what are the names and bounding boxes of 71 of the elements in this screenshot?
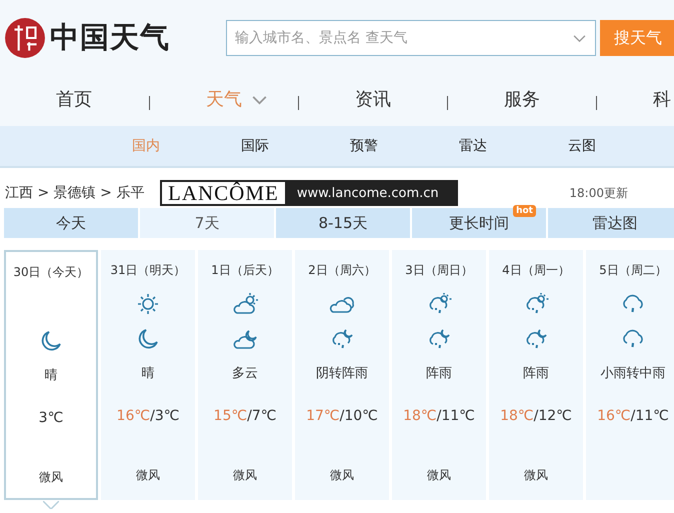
temperature-separator: / — [150, 408, 155, 424]
chevron-down-icon[interactable] — [573, 34, 586, 43]
weather-text: 小雨转中雨 — [600, 365, 666, 382]
weather-text: 晴 — [142, 365, 154, 382]
weather-text: 晴 — [44, 367, 58, 384]
pointer-arrow-icon — [43, 501, 59, 509]
wind-text: 微风 — [524, 468, 548, 482]
breadcrumb: 江西 > 景德镇 > 乐平 — [5, 184, 146, 202]
high-temperature: 15℃ — [214, 408, 248, 424]
day-date: 2日（周六） — [308, 262, 376, 279]
nav-link[interactable]: 服务 — [504, 87, 540, 111]
sub-nav-link[interactable]: 国际 — [241, 137, 269, 155]
low-temperature: 10℃ — [344, 408, 378, 424]
seal-logo-icon — [4, 17, 46, 59]
forecast-tab[interactable]: 更长时间 hot — [412, 208, 546, 238]
sub-nav-link[interactable]: 雷达 — [459, 137, 487, 155]
day-date: 30日（今天） — [13, 264, 89, 281]
temperature-separator: / — [630, 408, 636, 424]
hot-badge: hot — [513, 205, 536, 217]
weather-text: 阴转阵雨 — [316, 365, 368, 382]
nav-link[interactable]: 科 — [653, 87, 671, 111]
high-temperature: 17℃ — [306, 408, 340, 424]
day-card[interactable]: 31日（明天） 晴 16℃/3℃ 微风 — [101, 250, 195, 500]
forecast-tab[interactable]: 雷达图 — [548, 208, 674, 238]
weather-text: 阵雨 — [523, 365, 549, 382]
wind-text: 微风 — [136, 468, 160, 482]
wind-text: 微风 — [233, 468, 257, 482]
high-temperature: 16℃ — [597, 408, 631, 424]
ad-banner[interactable]: LANCÔME www.lancome.com.cn — [160, 180, 458, 206]
forecast-tab[interactable]: 今天 — [4, 208, 138, 238]
low-temperature: 7℃ — [252, 408, 276, 424]
weather-text: 多云 — [232, 365, 258, 382]
day-date: 3日（周日） — [405, 262, 473, 279]
day-date: 5日（周二） — [599, 262, 667, 279]
site-title: 中国天气 — [50, 19, 170, 56]
low-temperature: 3℃ — [38, 410, 64, 426]
ad-url: www.lancome.com.cn — [296, 186, 439, 200]
sub-nav-link[interactable]: 预警 — [350, 137, 378, 155]
ad-brand: LANCÔME — [162, 182, 285, 204]
low-temperature: 12℃ — [538, 408, 572, 424]
wind-text: 微风 — [39, 470, 63, 484]
temperature-separator: / — [247, 408, 252, 424]
search-field[interactable]: 输入城市名、景点名 查天气 — [226, 20, 596, 56]
low-temperature: 11℃ — [441, 408, 475, 424]
day-date: 1日（后天） — [211, 262, 279, 279]
high-temperature: 18℃ — [500, 408, 534, 424]
temperature-separator: / — [340, 408, 344, 424]
chevron-down-icon[interactable] — [252, 96, 267, 104]
sub-nav-link[interactable]: 云图 — [568, 137, 596, 155]
day-card[interactable]: 4日（周一） 阵雨 18℃/12℃ 微风 — [489, 250, 583, 500]
day-date: 4日（周一） — [502, 262, 570, 279]
day-card[interactable]: 2日（周六） 阴转阵雨 17℃/10℃ 微风 — [295, 250, 389, 500]
day-card[interactable]: 1日（后天） 多云 15℃/7℃ 微风 — [198, 250, 292, 500]
high-temperature: 16℃ — [116, 408, 150, 424]
update-time: 18:00更新 — [569, 184, 628, 202]
low-temperature: 3℃ — [154, 408, 180, 424]
nav-link[interactable]: 资讯 — [355, 87, 391, 111]
temperature-separator: / — [534, 408, 538, 424]
day-card[interactable]: 5日（周二） 小雨转中雨 16℃/11℃ — [586, 250, 674, 500]
wind-text: 微风 — [330, 468, 354, 482]
day-date: 31日（明天） — [110, 262, 186, 279]
forecast-tab[interactable]: 8-15天 — [276, 208, 410, 238]
low-temperature: 11℃ — [635, 408, 669, 424]
nav-link[interactable]: 首页 — [56, 87, 92, 111]
day-card[interactable]: 30日（今天） 晴 3℃ 微风 — [4, 250, 98, 500]
temperature-separator: / — [436, 408, 442, 424]
high-temperature: 18℃ — [403, 408, 437, 424]
forecast-tab[interactable]: 7天 — [140, 208, 274, 238]
wind-text: 微风 — [427, 468, 451, 482]
weather-text: 阵雨 — [426, 365, 452, 382]
day-card[interactable]: 3日（周日） 阵雨 18℃/11℃ 微风 — [392, 250, 486, 500]
